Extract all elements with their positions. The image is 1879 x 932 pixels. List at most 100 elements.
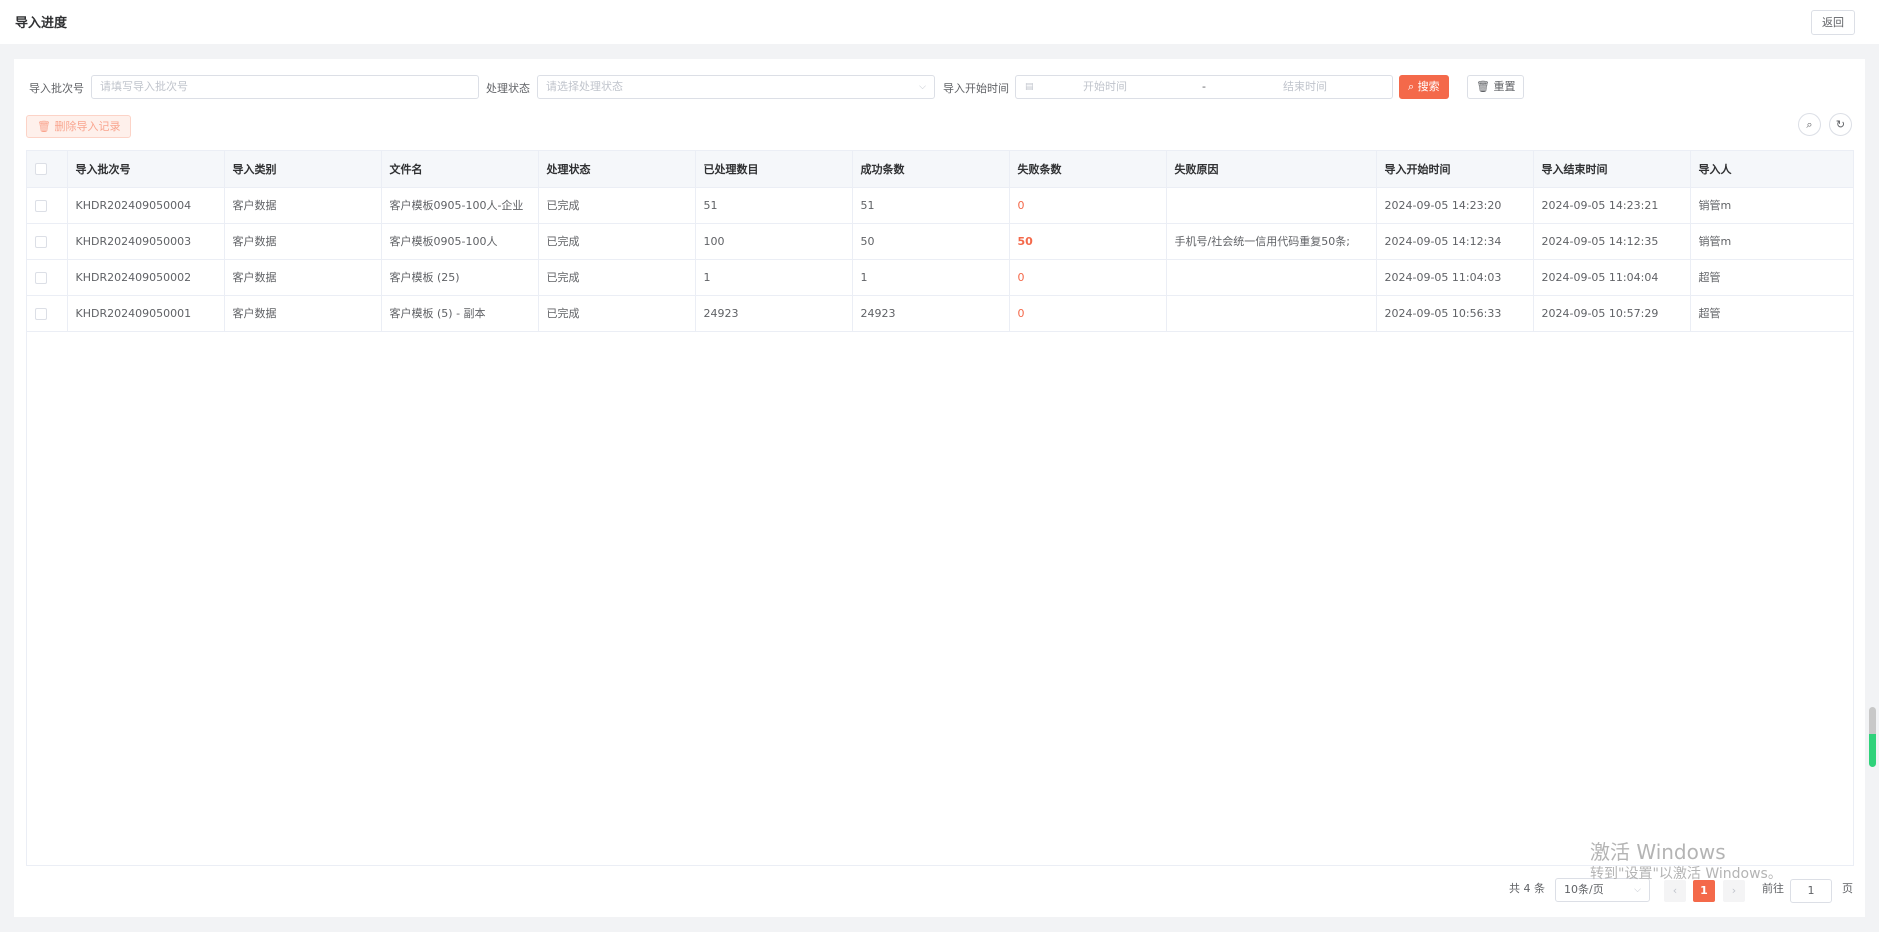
batch-number-placeholder: 请填写导入批次号 xyxy=(100,80,188,93)
delete-records-button[interactable]: 🗑 删除导入记录 xyxy=(26,115,132,138)
refresh-icon: ↻ xyxy=(1835,118,1846,131)
row-checkbox[interactable] xyxy=(35,271,47,284)
table-header-row: 导入批次号 导入类别 文件名 处理状态 已处理数目 成功条数 失败条数 失败原因… xyxy=(27,151,1853,188)
status-select[interactable]: 请选择处理状态 ⌵ xyxy=(537,75,935,99)
total-count: 共 4 条 xyxy=(1509,882,1545,895)
column-header: 失败原因 xyxy=(1166,151,1377,188)
table-cell: 客户数据 xyxy=(224,295,382,332)
row-select-cell xyxy=(27,223,68,260)
table-row[interactable]: KHDR202409050004 客户数据 客户模板0905-100人-企业 已… xyxy=(27,187,1853,224)
row-select-cell xyxy=(27,259,68,296)
table-cell: 超管 xyxy=(1690,295,1853,332)
page-size-value: 10条/页 xyxy=(1564,883,1604,896)
batch-number-label: 导入批次号 xyxy=(29,82,84,95)
search-icon: ⌕ xyxy=(1806,118,1813,131)
table-row[interactable]: KHDR202409050003 客户数据 客户模板0905-100人 已完成 … xyxy=(27,223,1853,260)
column-header: 导入人 xyxy=(1690,151,1853,188)
table-cell: KHDR202409050001 xyxy=(67,295,225,332)
table-cell: 2024-09-05 10:57:29 xyxy=(1533,295,1691,332)
table-cell: 51 xyxy=(695,187,853,224)
trash-icon: 🗑 xyxy=(1476,80,1490,93)
table-cell: 2024-09-05 14:23:20 xyxy=(1376,187,1534,224)
date-separator: - xyxy=(1202,80,1206,93)
table-cell: 销管m xyxy=(1690,223,1853,260)
status-placeholder: 请选择处理状态 xyxy=(546,80,623,93)
date-range-picker[interactable]: ▤ 开始时间 - 结束时间 xyxy=(1015,75,1393,99)
search-button-label: 搜索 xyxy=(1417,80,1440,93)
fail-reason-cell xyxy=(1166,187,1377,224)
goto-page-input[interactable]: 1 xyxy=(1790,879,1832,903)
table-cell: 1 xyxy=(695,259,853,296)
table-cell: 2024-09-05 11:04:03 xyxy=(1376,259,1534,296)
table-cell: 销管m xyxy=(1690,187,1853,224)
table-cell: 2024-09-05 14:23:21 xyxy=(1533,187,1691,224)
table-cell: 100 xyxy=(695,223,853,260)
table-cell: 超管 xyxy=(1690,259,1853,296)
column-header: 成功条数 xyxy=(852,151,1010,188)
activation-watermark-subtitle: 转到"设置"以激活 Windows。 xyxy=(1590,866,1782,882)
select-all-checkbox[interactable] xyxy=(35,163,47,176)
page-number-current[interactable]: 1 xyxy=(1693,880,1715,902)
table-cell: 已完成 xyxy=(538,295,696,332)
back-button[interactable]: 返回 xyxy=(1811,10,1855,35)
fail-count-cell: 0 xyxy=(1009,295,1167,332)
row-checkbox[interactable] xyxy=(35,235,47,248)
table-cell: 客户模板0905-100人-企业 xyxy=(381,187,539,224)
fail-count-cell: 0 xyxy=(1009,259,1167,296)
column-header: 处理状态 xyxy=(538,151,696,188)
table-cell: 2024-09-05 10:56:33 xyxy=(1376,295,1534,332)
reset-button-label: 重置 xyxy=(1493,80,1516,93)
table-cell: KHDR202409050003 xyxy=(67,223,225,260)
fail-reason-cell: 手机号/社会统一信用代码重复50条; xyxy=(1166,223,1377,260)
delete-records-label: 删除导入记录 xyxy=(54,120,121,133)
column-header: 导入类别 xyxy=(224,151,382,188)
table-cell: 1 xyxy=(852,259,1010,296)
row-checkbox[interactable] xyxy=(35,307,47,320)
row-select-cell xyxy=(27,295,68,332)
fail-count-cell: 0 xyxy=(1009,187,1167,224)
trash-icon: 🗑 xyxy=(37,120,51,133)
toggle-search-button[interactable]: ⌕ xyxy=(1798,113,1821,136)
start-time-label: 导入开始时间 xyxy=(943,82,1009,95)
select-all-cell xyxy=(27,151,68,188)
table-cell: 24923 xyxy=(695,295,853,332)
table-cell: KHDR202409050004 xyxy=(67,187,225,224)
reset-button[interactable]: 🗑 重置 xyxy=(1467,75,1525,99)
table-cell: 2024-09-05 14:12:34 xyxy=(1376,223,1534,260)
page-scrollbar[interactable] xyxy=(1869,707,1876,767)
batch-number-input[interactable]: 请填写导入批次号 xyxy=(91,75,479,99)
column-header: 导入开始时间 xyxy=(1376,151,1534,188)
import-table: 导入批次号 导入类别 文件名 处理状态 已处理数目 成功条数 失败条数 失败原因… xyxy=(26,150,1854,866)
column-header: 已处理数目 xyxy=(695,151,853,188)
search-button[interactable]: ⌕ 搜索 xyxy=(1399,75,1449,99)
next-page-button[interactable]: › xyxy=(1723,880,1745,902)
calendar-icon: ▤ xyxy=(1025,82,1034,92)
search-icon: ⌕ xyxy=(1408,80,1415,93)
table-row[interactable]: KHDR202409050002 客户数据 客户模板 (25) 已完成 1 1 … xyxy=(27,259,1853,296)
table-cell: 客户模板 (25) xyxy=(381,259,539,296)
column-header: 文件名 xyxy=(381,151,539,188)
table-cell: 50 xyxy=(852,223,1010,260)
page-suffix: 页 xyxy=(1842,882,1853,895)
table-cell: 已完成 xyxy=(538,187,696,224)
prev-page-button[interactable]: ‹ xyxy=(1664,880,1686,902)
table-cell: 51 xyxy=(852,187,1010,224)
table-cell: 客户模板 (5) - 副本 xyxy=(381,295,539,332)
column-header: 导入结束时间 xyxy=(1533,151,1691,188)
refresh-button[interactable]: ↻ xyxy=(1829,113,1852,136)
activation-watermark-title: 激活 Windows xyxy=(1590,840,1726,864)
page-title: 导入进度 xyxy=(15,16,68,31)
table-cell: 客户数据 xyxy=(224,223,382,260)
table-cell: KHDR202409050002 xyxy=(67,259,225,296)
status-label: 处理状态 xyxy=(486,82,530,95)
table-cell: 客户数据 xyxy=(224,259,382,296)
table-cell: 客户数据 xyxy=(224,187,382,224)
fail-reason-cell xyxy=(1166,259,1377,296)
row-checkbox[interactable] xyxy=(35,199,47,212)
table-cell: 2024-09-05 14:12:35 xyxy=(1533,223,1691,260)
table-row[interactable]: KHDR202409050001 客户数据 客户模板 (5) - 副本 已完成 … xyxy=(27,295,1853,332)
top-bar: 导入进度 返回 xyxy=(0,0,1879,44)
fail-reason-cell xyxy=(1166,295,1377,332)
table-cell: 2024-09-05 11:04:04 xyxy=(1533,259,1691,296)
table-cell: 24923 xyxy=(852,295,1010,332)
